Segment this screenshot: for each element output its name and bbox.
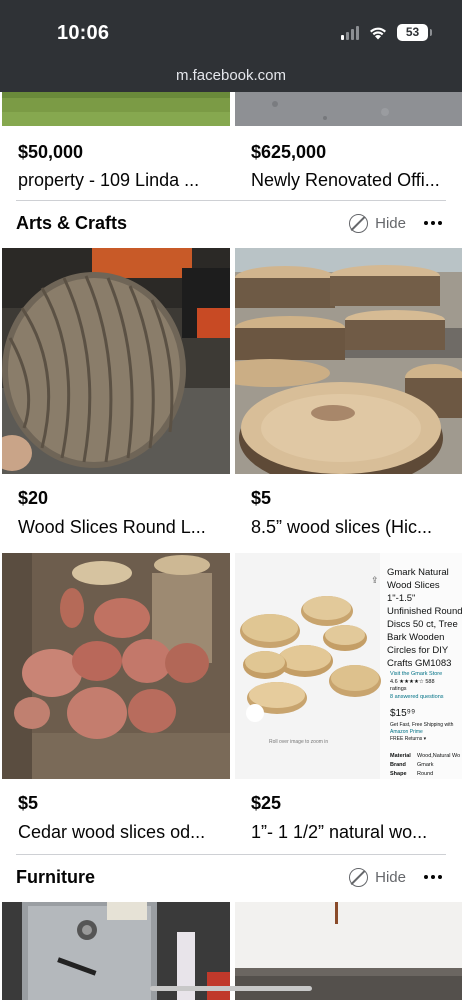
zoom-hint: Roll over image to zoom in	[269, 739, 328, 745]
cellular-signal-icon	[341, 25, 359, 40]
hide-button[interactable]: Hide	[349, 868, 406, 887]
divider	[16, 200, 446, 201]
status-time: 10:06	[57, 22, 110, 44]
listing-card[interactable]: Roll over image to zoom in ⇪ Gmark Natur…	[235, 553, 462, 853]
hide-label: Hide	[375, 215, 406, 232]
hide-icon	[349, 214, 369, 233]
hide-label: Hide	[375, 869, 406, 886]
listing-title: 8.5” wood slices (Hic...	[251, 517, 433, 537]
svg-text:Gmark: Gmark	[417, 762, 434, 768]
section-title-arts-crafts: Arts & Crafts	[16, 213, 128, 233]
svg-text:Wood,Natural Wo: Wood,Natural Wo	[417, 753, 460, 759]
svg-text:Visit the Gmark Store: Visit the Gmark Store	[390, 671, 442, 677]
listing-card[interactable]: $5 8.5” wood slices (Hic...	[235, 248, 462, 548]
svg-text:Material: Material	[390, 753, 411, 759]
listing-image[interactable]	[2, 92, 230, 126]
listing-image[interactable]	[2, 248, 230, 474]
listing-title: property - 109 Linda ...	[18, 170, 200, 190]
listing-image[interactable]: Roll over image to zoom in ⇪ Gmark Natur…	[235, 553, 462, 779]
listing-card[interactable]: $50,000 property - 109 Linda ...	[2, 92, 230, 200]
divider	[16, 854, 446, 855]
browser-top-bar: 10:06 53 m.facebook.com	[0, 0, 462, 92]
listing-card[interactable]: $20 Wood Slices Round L...	[2, 248, 230, 548]
listing-price: $25	[251, 793, 282, 813]
svg-text:4.6 ★★★★☆ 588: 4.6 ★★★★☆ 588	[390, 678, 435, 685]
svg-text:FREE Returns ▾: FREE Returns ▾	[390, 736, 427, 742]
url-bar[interactable]: m.facebook.com	[0, 67, 462, 84]
listing-image[interactable]	[235, 248, 462, 474]
listing-card[interactable]: $625,000 Newly Renovated Offi...	[235, 92, 462, 200]
home-indicator[interactable]	[150, 986, 312, 991]
svg-text:Shape: Shape	[390, 771, 407, 777]
section-title-furniture: Furniture	[16, 867, 95, 887]
svg-text:Unfinished Round: Unfinished Round	[387, 606, 462, 617]
svg-text:$15⁹⁹: $15⁹⁹	[390, 708, 415, 719]
listing-price: $625,000	[251, 142, 327, 162]
svg-text:Gmark Natural: Gmark Natural	[387, 567, 449, 578]
listing-price: $5	[18, 793, 39, 813]
share-icon: ⇪	[371, 575, 379, 585]
svg-text:1"-1.5": 1"-1.5"	[387, 593, 415, 604]
battery-icon: 53	[397, 24, 432, 41]
svg-text:Round: Round	[417, 771, 433, 777]
hide-icon	[349, 868, 369, 887]
listing-title: Newly Renovated Offi...	[251, 170, 440, 190]
listing-title: 1”- 1 1/2” natural wo...	[251, 822, 428, 842]
listing-price: $20	[18, 488, 49, 508]
listing-price: $50,000	[18, 142, 84, 162]
svg-text:Get Fast, Free Shipping with: Get Fast, Free Shipping with	[390, 722, 454, 728]
svg-text:Crafts GM1083: Crafts GM1083	[387, 658, 451, 669]
status-icons: 53	[341, 24, 432, 41]
listing-price: $5	[251, 488, 272, 508]
listing-image[interactable]	[235, 92, 462, 126]
more-options-button[interactable]	[424, 221, 442, 225]
listing-title: Cedar wood slices od...	[18, 822, 206, 842]
more-options-button[interactable]	[424, 875, 442, 879]
listing-title: Wood Slices Round L...	[18, 517, 206, 537]
svg-text:Bark Wooden: Bark Wooden	[387, 632, 444, 643]
svg-text:Amazon Prime: Amazon Prime	[390, 729, 423, 735]
svg-text:Circles for DIY: Circles for DIY	[387, 645, 449, 656]
svg-text:8 answered questions: 8 answered questions	[390, 694, 444, 700]
wifi-icon	[370, 27, 386, 40]
svg-text:Wood Slices: Wood Slices	[387, 580, 440, 591]
svg-text:Brand: Brand	[390, 762, 406, 768]
listing-image[interactable]	[2, 553, 230, 779]
listing-card[interactable]: $5 Cedar wood slices od...	[2, 553, 230, 853]
hide-button[interactable]: Hide	[349, 214, 406, 233]
svg-text:Discs 50 ct, Tree: Discs 50 ct, Tree	[387, 619, 458, 630]
svg-text:ratings: ratings	[390, 686, 407, 692]
